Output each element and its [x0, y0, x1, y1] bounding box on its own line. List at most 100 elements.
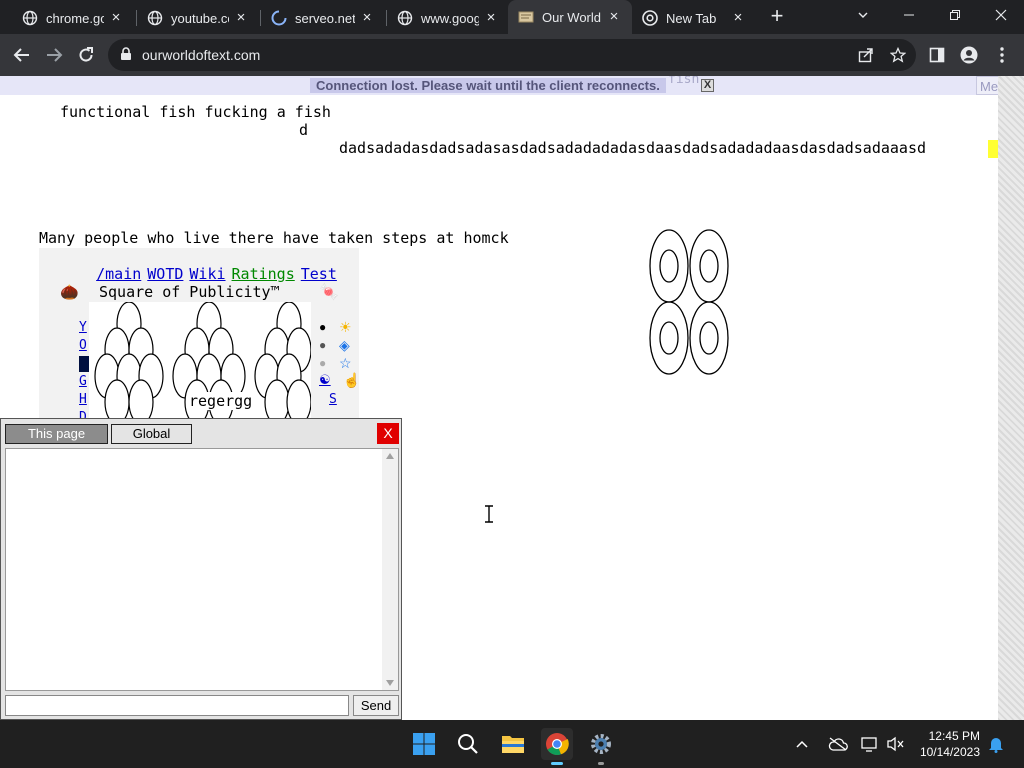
loading-spinner-icon [271, 10, 287, 26]
settings-button[interactable] [585, 728, 617, 765]
chat-scrollbar[interactable] [382, 449, 398, 690]
world-text-line: dadsadadasdadsadasasdadsadadadadasdaasda… [339, 139, 926, 157]
scroll-down-icon[interactable] [386, 680, 394, 686]
tab-close-button[interactable]: × [483, 10, 499, 26]
tab-our-world[interactable]: Our World × [508, 0, 632, 34]
file-explorer-button[interactable] [497, 728, 529, 760]
chat-send-button[interactable]: Send [353, 695, 399, 716]
page-canvas[interactable]: fish, Connection lost. Please wait until… [0, 76, 1024, 720]
tab-close-button[interactable]: × [108, 10, 124, 26]
pointing-hand-icon[interactable]: ☝ [343, 372, 360, 389]
world-text-line: Many people who live there have taken st… [39, 229, 509, 247]
lock-icon[interactable] [120, 47, 132, 61]
tab-title: serveo.net: [295, 10, 355, 26]
network-icon [861, 737, 877, 752]
scroll-up-icon[interactable] [386, 453, 394, 459]
volume-button[interactable] [882, 728, 910, 760]
dot-black: ● [319, 320, 327, 334]
tab-new-tab[interactable]: New Tab × [632, 4, 756, 32]
sun-icon[interactable]: ☀ [339, 319, 352, 336]
reload-button[interactable] [74, 43, 98, 67]
chat-tab-global[interactable]: Global [111, 424, 192, 444]
tab-close-button[interactable]: × [606, 9, 622, 25]
world-text-line: functional fish fucking a fish [60, 103, 331, 121]
left-link[interactable]: Y [79, 320, 89, 335]
tab-chrome[interactable]: chrome.goo × [12, 4, 134, 32]
close-icon [995, 9, 1007, 21]
minimize-button[interactable] [894, 4, 924, 28]
tab-youtube[interactable]: youtube.co × [137, 4, 259, 32]
tab-title: youtube.co [171, 10, 229, 26]
tab-close-button[interactable]: × [359, 10, 375, 26]
close-window-button[interactable] [986, 4, 1016, 28]
minimize-icon [904, 14, 914, 16]
diamond-icon[interactable]: ◈ [339, 337, 350, 354]
tab-title: www.googl [421, 10, 479, 26]
share-icon[interactable] [858, 47, 874, 63]
chat-input[interactable] [5, 695, 349, 716]
left-link-selected[interactable] [79, 356, 89, 372]
left-link[interactable]: H [79, 392, 89, 407]
chrome-menu-button[interactable] [990, 43, 1014, 67]
page-scrollbar[interactable] [998, 76, 1024, 720]
clock[interactable]: 12:45 PM 10/14/2023 [916, 728, 980, 760]
windows-logo-icon [413, 733, 435, 755]
link-main[interactable]: /main [96, 265, 141, 283]
bookmark-star-icon[interactable] [890, 47, 906, 63]
left-link[interactable]: O [79, 338, 89, 353]
chat-panel: This page Global X Send [0, 418, 402, 720]
tab-close-button[interactable]: × [730, 10, 746, 26]
network-button[interactable] [856, 728, 884, 760]
restore-icon [950, 10, 960, 20]
art-label: regergg [189, 392, 253, 410]
tab-serveo[interactable]: serveo.net: × [261, 4, 385, 32]
text-cursor-highlight [988, 140, 998, 158]
restore-button[interactable] [940, 4, 970, 28]
back-button[interactable] [10, 43, 34, 67]
chrome-taskbar-button[interactable] [541, 728, 573, 765]
link-wotd[interactable]: WOTD [147, 265, 183, 283]
chat-tab-this-page[interactable]: This page [5, 424, 108, 444]
search-icon [458, 734, 478, 754]
tab-google[interactable]: www.googl × [387, 4, 509, 32]
arrow-left-icon [13, 48, 29, 62]
square-of-publicity-title: Square of Publicity™ [99, 283, 280, 301]
tab-title: New Tab [666, 10, 717, 26]
tray-overflow-button[interactable] [790, 728, 814, 760]
chevron-up-icon [796, 740, 808, 748]
side-panel-icon [929, 47, 945, 63]
profile-button[interactable] [957, 43, 981, 67]
chat-close-button[interactable]: X [377, 423, 399, 444]
running-app-indicator [598, 762, 604, 765]
onedrive-button[interactable] [824, 728, 852, 760]
left-link[interactable]: G [79, 374, 89, 389]
start-button[interactable] [408, 728, 440, 760]
connection-lost-message: Connection lost. Please wait until the c… [310, 78, 666, 93]
chat-messages[interactable] [5, 448, 399, 691]
volume-muted-icon [887, 736, 904, 752]
link-wiki[interactable]: Wiki [189, 265, 225, 283]
text-cursor-icon [485, 505, 493, 523]
forward-button[interactable] [42, 43, 66, 67]
tab-search-button[interactable] [848, 4, 878, 28]
banner-close-button[interactable]: X [701, 79, 714, 92]
globe-icon [22, 10, 38, 26]
star-icon[interactable]: ☆ [339, 355, 352, 372]
notifications-button[interactable] [984, 728, 1008, 760]
search-button[interactable] [452, 728, 484, 760]
new-tab-button[interactable]: + [766, 5, 788, 27]
link-ratings[interactable]: Ratings [232, 265, 295, 283]
side-panel-button[interactable] [925, 43, 949, 67]
s-link[interactable]: S [329, 392, 337, 407]
avatar-icon [960, 46, 978, 64]
address-bar[interactable]: ourworldoftext.com [108, 39, 916, 71]
clock-time: 12:45 PM [928, 729, 980, 743]
taskbar: 12:45 PM 10/14/2023 [0, 720, 1024, 768]
url-text[interactable]: ourworldoftext.com [142, 47, 260, 63]
link-test[interactable]: Test [301, 265, 337, 283]
yin-yang-link[interactable]: ☯ [319, 372, 331, 388]
chevron-down-icon [858, 12, 868, 18]
owot-favicon-icon [518, 9, 534, 25]
rings-drawing [649, 229, 729, 375]
tab-close-button[interactable]: × [233, 10, 249, 26]
